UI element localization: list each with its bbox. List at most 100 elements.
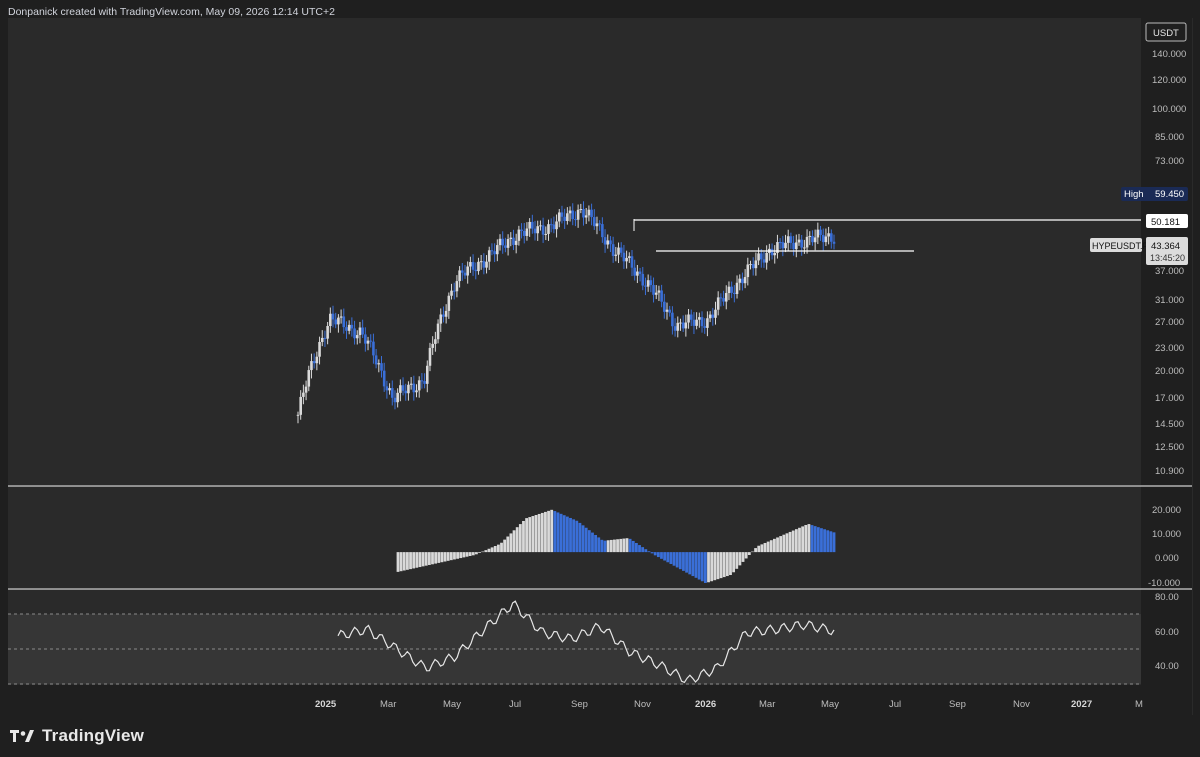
macd-bar [769, 540, 773, 553]
macd-bar [569, 517, 572, 553]
candle-body [700, 317, 704, 327]
candle-body [563, 216, 566, 221]
candle-body [617, 247, 620, 255]
candle-body [331, 313, 335, 320]
chart-frame: USDT 140.000 120.000 100.000 85.000 73.0… [8, 18, 1193, 715]
macd-bar [644, 549, 648, 553]
time-axis[interactable]: 2025 Mar May Jul Sep Nov 2026 Mar May Ju… [315, 699, 1143, 710]
macd-bar [443, 552, 447, 562]
chart-svg[interactable]: USDT 140.000 120.000 100.000 85.000 73.0… [8, 18, 1192, 715]
candle-body [687, 314, 690, 323]
macd-bar [440, 552, 444, 563]
macd-bar [484, 550, 488, 553]
price-tick: 27.000 [1155, 317, 1184, 328]
candle-body [444, 310, 448, 317]
candle-body [727, 286, 731, 294]
macd-bar [581, 525, 585, 553]
candle-body [571, 210, 575, 220]
candle-body [315, 356, 319, 364]
macd-bar [531, 516, 535, 553]
macd-tick: 0.000 [1155, 553, 1179, 564]
macd-bar [732, 552, 736, 573]
candle-body [819, 229, 822, 235]
candle-body [654, 292, 658, 295]
candle-body [385, 386, 389, 391]
macd-bar [434, 552, 438, 564]
price-tick: 100.000 [1152, 104, 1186, 115]
candle-body [428, 347, 432, 366]
candle-body [649, 280, 653, 286]
candle-body [487, 250, 491, 262]
currency-label: USDT [1153, 28, 1179, 39]
chart-credit: Donpanick created with TradingView.com, … [8, 6, 335, 18]
candle-body [506, 238, 510, 248]
macd-bar [666, 552, 670, 563]
candle-body [310, 361, 313, 371]
candle-body [318, 341, 321, 357]
candle-body [794, 242, 798, 250]
macd-bar [791, 530, 795, 553]
candle-body [733, 292, 736, 294]
candle-body [504, 245, 507, 248]
candle-body [477, 261, 480, 272]
macd-bar [638, 545, 641, 553]
candle-body [355, 335, 359, 339]
candle-body [390, 388, 394, 398]
macd-bar [597, 537, 601, 553]
high-value: 59.450 [1155, 189, 1184, 200]
candle-body [552, 224, 556, 230]
candle-body [627, 256, 631, 258]
macd-bar [660, 552, 663, 559]
macd-bar [766, 541, 770, 553]
candle-body [485, 261, 488, 268]
candle-body [722, 298, 725, 302]
candle-body [574, 219, 577, 221]
macd-bar [399, 552, 403, 572]
candle-body [735, 282, 739, 294]
candle-body [638, 271, 642, 274]
rsi-axis[interactable]: 80.00 60.00 40.00 [1155, 592, 1179, 672]
macd-bar [747, 552, 751, 556]
macd-bar [685, 552, 688, 573]
candle-body [792, 242, 795, 250]
macd-bar [468, 552, 472, 556]
macd-bar [829, 531, 833, 553]
macd-bar [669, 552, 673, 564]
macd-bar [713, 552, 717, 581]
footer-brand[interactable]: TradingView [10, 724, 144, 748]
candle-body [636, 271, 639, 276]
candle-body [423, 381, 426, 384]
candle-body [692, 319, 696, 326]
price-tick: 73.000 [1155, 156, 1184, 167]
candle-body [517, 229, 521, 241]
candle-body [514, 240, 518, 245]
rsi-tick: 40.00 [1155, 661, 1179, 672]
macd-bar [575, 520, 579, 553]
candle-body [415, 390, 418, 393]
macd-bar [722, 552, 726, 578]
candle-body [329, 313, 332, 327]
time-tick: May [821, 699, 839, 710]
macd-bar [500, 542, 503, 553]
candle-body [369, 340, 373, 342]
candle-body [520, 229, 523, 231]
candle-body [576, 209, 580, 220]
candle-body [714, 309, 717, 318]
candle-body [716, 297, 720, 310]
macd-bar [744, 552, 748, 559]
candle-body [698, 317, 701, 320]
candle-body [789, 236, 793, 243]
candle-body [549, 224, 553, 226]
macd-bar [707, 552, 710, 583]
candle-body [821, 234, 825, 243]
macd-axis[interactable]: 20.000 10.000 0.000 -10.000 [1148, 505, 1181, 589]
candle-body [407, 384, 410, 394]
macd-bar [402, 552, 406, 571]
macd-bar [594, 534, 598, 553]
price-pane[interactable] [8, 18, 1141, 485]
macd-tick: 20.000 [1152, 505, 1181, 516]
candle-body [695, 319, 698, 326]
candle-body [630, 256, 634, 268]
candle-body [781, 242, 785, 249]
candle-body [377, 363, 381, 365]
